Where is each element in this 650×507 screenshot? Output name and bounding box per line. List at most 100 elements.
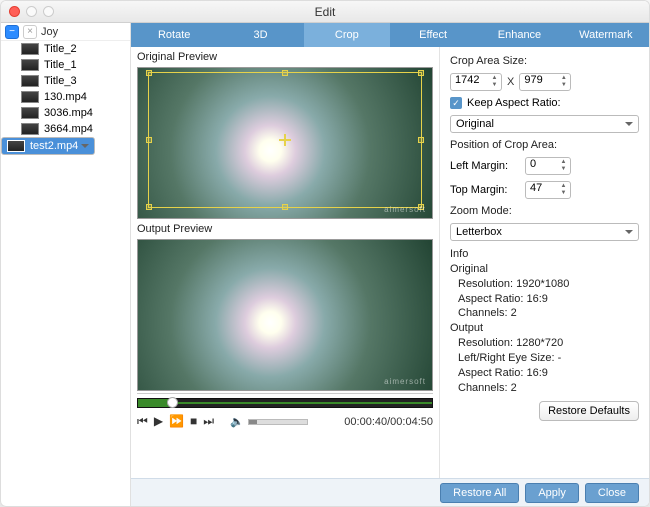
collapse-icon[interactable]: −: [5, 25, 19, 39]
aspect-ratio-value: Original: [456, 118, 494, 130]
file-label: 130.mp4: [44, 91, 87, 103]
list-item[interactable]: test2.mp4: [1, 137, 95, 155]
crop-size-row: ▲▼ X ▲▼: [450, 73, 639, 91]
step-up-icon[interactable]: ▲: [558, 183, 569, 190]
volume-fill: [249, 420, 258, 424]
tab-effect[interactable]: Effect: [390, 23, 476, 47]
file-list: Title_2 Title_1 Title_3 130.mp4 3036.mp4…: [1, 41, 130, 155]
info-original-aspect: Aspect Ratio: 16:9: [450, 292, 639, 307]
progress-line: [173, 402, 432, 404]
prev-icon[interactable]: ⏮: [137, 414, 148, 429]
remove-icon[interactable]: ×: [23, 25, 37, 39]
crop-size-label: Crop Area Size:: [450, 55, 639, 67]
info-original-channels: Channels: 2: [450, 306, 639, 321]
output-preview-label: Output Preview: [137, 221, 433, 237]
crop-handle[interactable]: [418, 137, 424, 143]
top-margin-input[interactable]: ▲▼: [525, 181, 571, 199]
crop-center-icon: [279, 134, 291, 146]
playback-buttons: ⏮ ▶ ⏩ ■ ⏭: [137, 414, 214, 429]
crop-rectangle[interactable]: [148, 72, 422, 208]
close-button[interactable]: Close: [585, 483, 639, 503]
video-frame: [138, 240, 432, 390]
top-margin-field[interactable]: [530, 182, 556, 194]
left-margin-input[interactable]: ▲▼: [525, 157, 571, 175]
step-down-icon[interactable]: ▼: [489, 82, 500, 89]
thumbnail-icon: [21, 59, 39, 71]
file-label: Title_3: [44, 75, 77, 87]
window-title: Edit: [1, 5, 649, 19]
file-label: Title_1: [44, 59, 77, 71]
checkbox-checked-icon[interactable]: ✓: [450, 97, 462, 109]
tab-crop[interactable]: Crop: [304, 23, 390, 47]
step-up-icon[interactable]: ▲: [489, 75, 500, 82]
sidebar-title: Joy: [41, 26, 58, 38]
apply-button[interactable]: Apply: [525, 483, 579, 503]
step-down-icon[interactable]: ▼: [558, 190, 569, 197]
crop-height-input[interactable]: ▲▼: [519, 73, 571, 91]
stop-icon[interactable]: ■: [190, 414, 197, 429]
playhead-thumb[interactable]: [167, 397, 178, 408]
next-icon[interactable]: ⏭: [203, 414, 214, 429]
transport-controls: ⏮ ▶ ⏩ ■ ⏭ 🔈 00:00:40/00:04:50: [137, 414, 433, 429]
zoom-mode-select[interactable]: Letterbox: [450, 223, 639, 241]
left-margin-field[interactable]: [530, 158, 556, 170]
step-up-icon[interactable]: ▲: [558, 159, 569, 166]
list-item[interactable]: 3036.mp4: [1, 105, 130, 121]
keep-aspect-checkbox[interactable]: ✓ Keep Aspect Ratio:: [450, 97, 639, 109]
edit-window: Edit − × Joy Title_2 Title_1 Title_3 130…: [0, 0, 650, 507]
tab-bar: Rotate 3D Crop Effect Enhance Watermark: [131, 23, 649, 47]
preview-column: Original Preview: [131, 47, 439, 478]
play-icon[interactable]: ▶: [154, 414, 163, 429]
info-output-header: Output: [450, 321, 639, 336]
restore-all-button[interactable]: Restore All: [440, 483, 519, 503]
info-block: Info Original Resolution: 1920*1080 Aspe…: [450, 247, 639, 395]
volume-icon[interactable]: 🔈: [230, 415, 244, 428]
volume-slider[interactable]: [248, 419, 308, 425]
info-output-resolution: Resolution: 1280*720: [450, 336, 639, 351]
original-preview: aimersoft: [137, 67, 433, 219]
playhead-track[interactable]: [137, 398, 433, 408]
fast-forward-icon[interactable]: ⏩: [169, 414, 184, 429]
sidebar-header: − × Joy: [1, 23, 130, 41]
step-down-icon[interactable]: ▼: [558, 166, 569, 173]
crop-width-input[interactable]: ▲▼: [450, 73, 502, 91]
restore-defaults-button[interactable]: Restore Defaults: [539, 401, 639, 421]
aspect-ratio-select[interactable]: Original: [450, 115, 639, 133]
thumbnail-icon: [21, 123, 39, 135]
crop-handle[interactable]: [282, 70, 288, 76]
list-item[interactable]: Title_2: [1, 41, 130, 57]
step-down-icon[interactable]: ▼: [558, 82, 569, 89]
crop-handle[interactable]: [146, 70, 152, 76]
list-item[interactable]: Title_3: [1, 73, 130, 89]
close-window-icon[interactable]: [9, 6, 20, 17]
crop-height-field[interactable]: [524, 74, 556, 86]
crop-handle[interactable]: [282, 204, 288, 210]
time-display: 00:00:40/00:04:50: [344, 416, 433, 428]
info-original-resolution: Resolution: 1920*1080: [450, 277, 639, 292]
list-item[interactable]: Title_1: [1, 57, 130, 73]
tab-3d[interactable]: 3D: [217, 23, 303, 47]
minimize-window-icon[interactable]: [26, 6, 37, 17]
list-item[interactable]: 3664.mp4: [1, 121, 130, 137]
crop-settings-panel: Crop Area Size: ▲▼ X ▲▼ ✓: [439, 47, 649, 478]
tab-watermark[interactable]: Watermark: [563, 23, 649, 47]
step-up-icon[interactable]: ▲: [558, 75, 569, 82]
file-label: Title_2: [44, 43, 77, 55]
top-margin-row: Top Margin: ▲▼: [450, 181, 639, 199]
info-output-channels: Channels: 2: [450, 381, 639, 396]
list-item[interactable]: 130.mp4: [1, 89, 130, 105]
keep-aspect-label: Keep Aspect Ratio:: [467, 97, 561, 109]
footer-bar: Restore All Apply Close: [131, 478, 649, 506]
crop-handle[interactable]: [418, 70, 424, 76]
transport-bar: ⏮ ▶ ⏩ ■ ⏭ 🔈 00:00:40/00:04:50: [137, 393, 433, 429]
crop-handle[interactable]: [146, 137, 152, 143]
zoom-window-icon[interactable]: [43, 6, 54, 17]
info-output-eye: Left/Right Eye Size: -: [450, 351, 639, 366]
info-original-header: Original: [450, 262, 639, 277]
info-output-aspect: Aspect Ratio: 16:9: [450, 366, 639, 381]
content-area: Original Preview: [131, 47, 649, 478]
crop-width-field[interactable]: [455, 74, 487, 86]
crop-handle[interactable]: [146, 204, 152, 210]
tab-rotate[interactable]: Rotate: [131, 23, 217, 47]
tab-enhance[interactable]: Enhance: [476, 23, 562, 47]
